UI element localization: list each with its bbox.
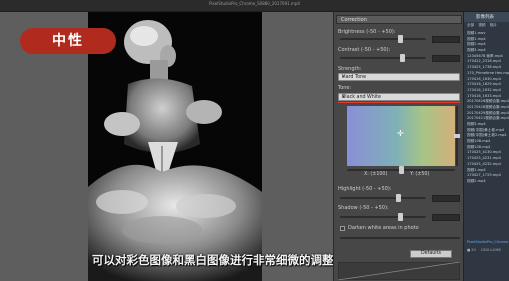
highlight-value-field[interactable] (432, 195, 460, 202)
brightness-value-field[interactable] (432, 36, 460, 43)
shadow-label: Shadow (-50 - +50): (338, 205, 389, 211)
mode-badge: 中性 (20, 28, 116, 54)
preview-slider[interactable] (340, 237, 460, 239)
contrast-label: Contrast (-50 - +50): (338, 47, 391, 53)
tone-label: Tone: (338, 85, 352, 91)
highlight-slider-knob[interactable] (396, 194, 401, 202)
contrast-slider[interactable] (340, 54, 426, 62)
shadow-slider[interactable] (340, 213, 426, 221)
file-list-header: 影像列表 (464, 12, 509, 22)
tone-select[interactable]: Black and White ▾ (338, 93, 460, 101)
tab-video[interactable]: 视频 (478, 23, 485, 27)
file-list-panel: 影像列表 全部 视频 相片 视频1.mov 视频1.mp4 视频2.mp4 视频3.m… (463, 12, 509, 281)
tone-vertical-slider[interactable] (454, 106, 460, 166)
tone-x-knob[interactable] (399, 166, 404, 174)
tab-all[interactable]: 全部 (467, 23, 474, 27)
x-label: X: (±100) (364, 172, 388, 177)
defaults-button[interactable]: Defaults (410, 250, 452, 258)
contrast-slider-knob[interactable] (400, 54, 405, 62)
correction-header[interactable]: Correction (336, 15, 462, 24)
file-count: ■ 20 (467, 248, 476, 252)
tab-photo[interactable]: 相片 (490, 23, 497, 27)
file-list: 视频1.mov 视频1.mp4 视频2.mp4 视频3.mp4 12345678 帧率.… (467, 31, 509, 185)
file-list-tabs: 全部 视频 相片 (464, 23, 509, 29)
file-list-item[interactable]: 视频2.mp4 (467, 179, 509, 185)
chevron-down-icon: ▾ (342, 74, 345, 80)
selected-file[interactable]: PixelStudioPro_Chrome (467, 240, 508, 244)
brightness-slider[interactable] (340, 35, 426, 43)
file-resolution: 1920×1080 (480, 248, 501, 252)
window-title: PixelStudioPro_Chrome_S0880_2017091.mp4 (209, 1, 300, 6)
chevron-down-icon: ▾ (342, 94, 345, 100)
photo-preview (88, 12, 262, 281)
correction-panel: Correction Brightness (-50 - +50): Contr… (333, 12, 463, 281)
file-list-item[interactable]: 170_Primetime Hex.mp4 (467, 71, 509, 77)
strength-select[interactable]: Hard Tone ▾ (338, 73, 460, 81)
file-list-title: 影像列表 (476, 15, 494, 20)
correction-header-label: Correction (341, 17, 367, 23)
brightness-slider-knob[interactable] (398, 35, 403, 43)
highlight-slider[interactable] (340, 194, 426, 202)
tone-curve-graph (338, 262, 460, 280)
darken-label: Darken white areas in photo (348, 225, 419, 231)
photo-image (88, 20, 262, 281)
shadow-value-field[interactable] (432, 214, 460, 221)
tone-x-slider[interactable] (347, 166, 455, 174)
window-titlebar: PixelStudioPro_Chrome_S0880_2017091.mp4 (0, 0, 509, 12)
crosshair-icon[interactable]: ✛ (397, 130, 404, 138)
darken-checkbox[interactable] (340, 226, 345, 231)
tone-vertical-knob[interactable] (454, 134, 460, 138)
highlight-label: Highlight (-50 - +50): (338, 186, 392, 192)
tone-highlight-underline (338, 102, 460, 103)
contrast-value-field[interactable] (432, 55, 460, 62)
tone-color-picker[interactable]: ✛ (347, 106, 455, 166)
video-subtitle: 可以对彩色图像和黑白图像进行非常细微的调整 (92, 253, 334, 267)
y-label: Y: (±50) (410, 172, 430, 177)
strength-label: Strength: (338, 66, 362, 72)
shadow-slider-knob[interactable] (398, 213, 403, 221)
file-list-item[interactable]: 20170418视频合集.mp4 (467, 105, 509, 111)
brightness-label: Brightness (-50 - +50): (338, 29, 396, 35)
